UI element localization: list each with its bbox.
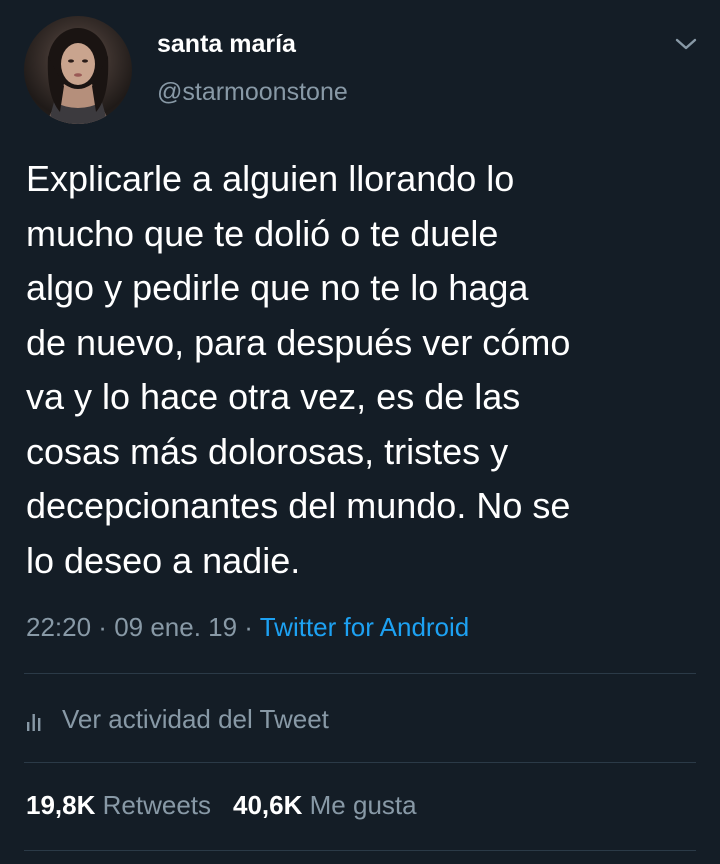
bar-chart-icon (26, 708, 46, 731)
tweet-stats: 19,8K Retweets 40,6K Me gusta (26, 790, 417, 821)
tweet-source-link[interactable]: Twitter for Android (260, 612, 470, 642)
retweets-count: 19,8K (26, 790, 96, 820)
display-name[interactable]: santa maría (157, 30, 296, 59)
tweet-detail: santa maría @starmoonstone Explicarle a … (0, 0, 720, 864)
tweet-date: 09 ene. 19 (114, 612, 238, 642)
divider (24, 762, 696, 763)
tweet-text: Explicarle a alguien llorando lo mucho q… (26, 158, 571, 581)
avatar[interactable] (24, 16, 132, 124)
divider (24, 673, 696, 674)
divider (24, 850, 696, 851)
likes-count: 40,6K (233, 790, 303, 820)
retweets-stat[interactable]: 19,8K Retweets (26, 790, 211, 820)
profile-photo-icon (46, 28, 110, 124)
user-handle[interactable]: @starmoonstone (157, 78, 348, 107)
meta-separator: · (237, 612, 260, 642)
tweet-time: 22:20 (26, 612, 92, 642)
likes-label: Me gusta (309, 790, 417, 820)
tweet-metadata: 22:20 · 09 ene. 19 · Twitter for Android (26, 612, 469, 643)
activity-label: Ver actividad del Tweet (62, 703, 329, 734)
meta-separator: · (91, 612, 115, 642)
retweets-label: Retweets (102, 790, 212, 820)
view-tweet-activity-button[interactable]: Ver actividad del Tweet (26, 701, 329, 737)
likes-stat[interactable]: 40,6K Me gusta (233, 790, 417, 820)
chevron-down-icon[interactable] (674, 34, 698, 54)
